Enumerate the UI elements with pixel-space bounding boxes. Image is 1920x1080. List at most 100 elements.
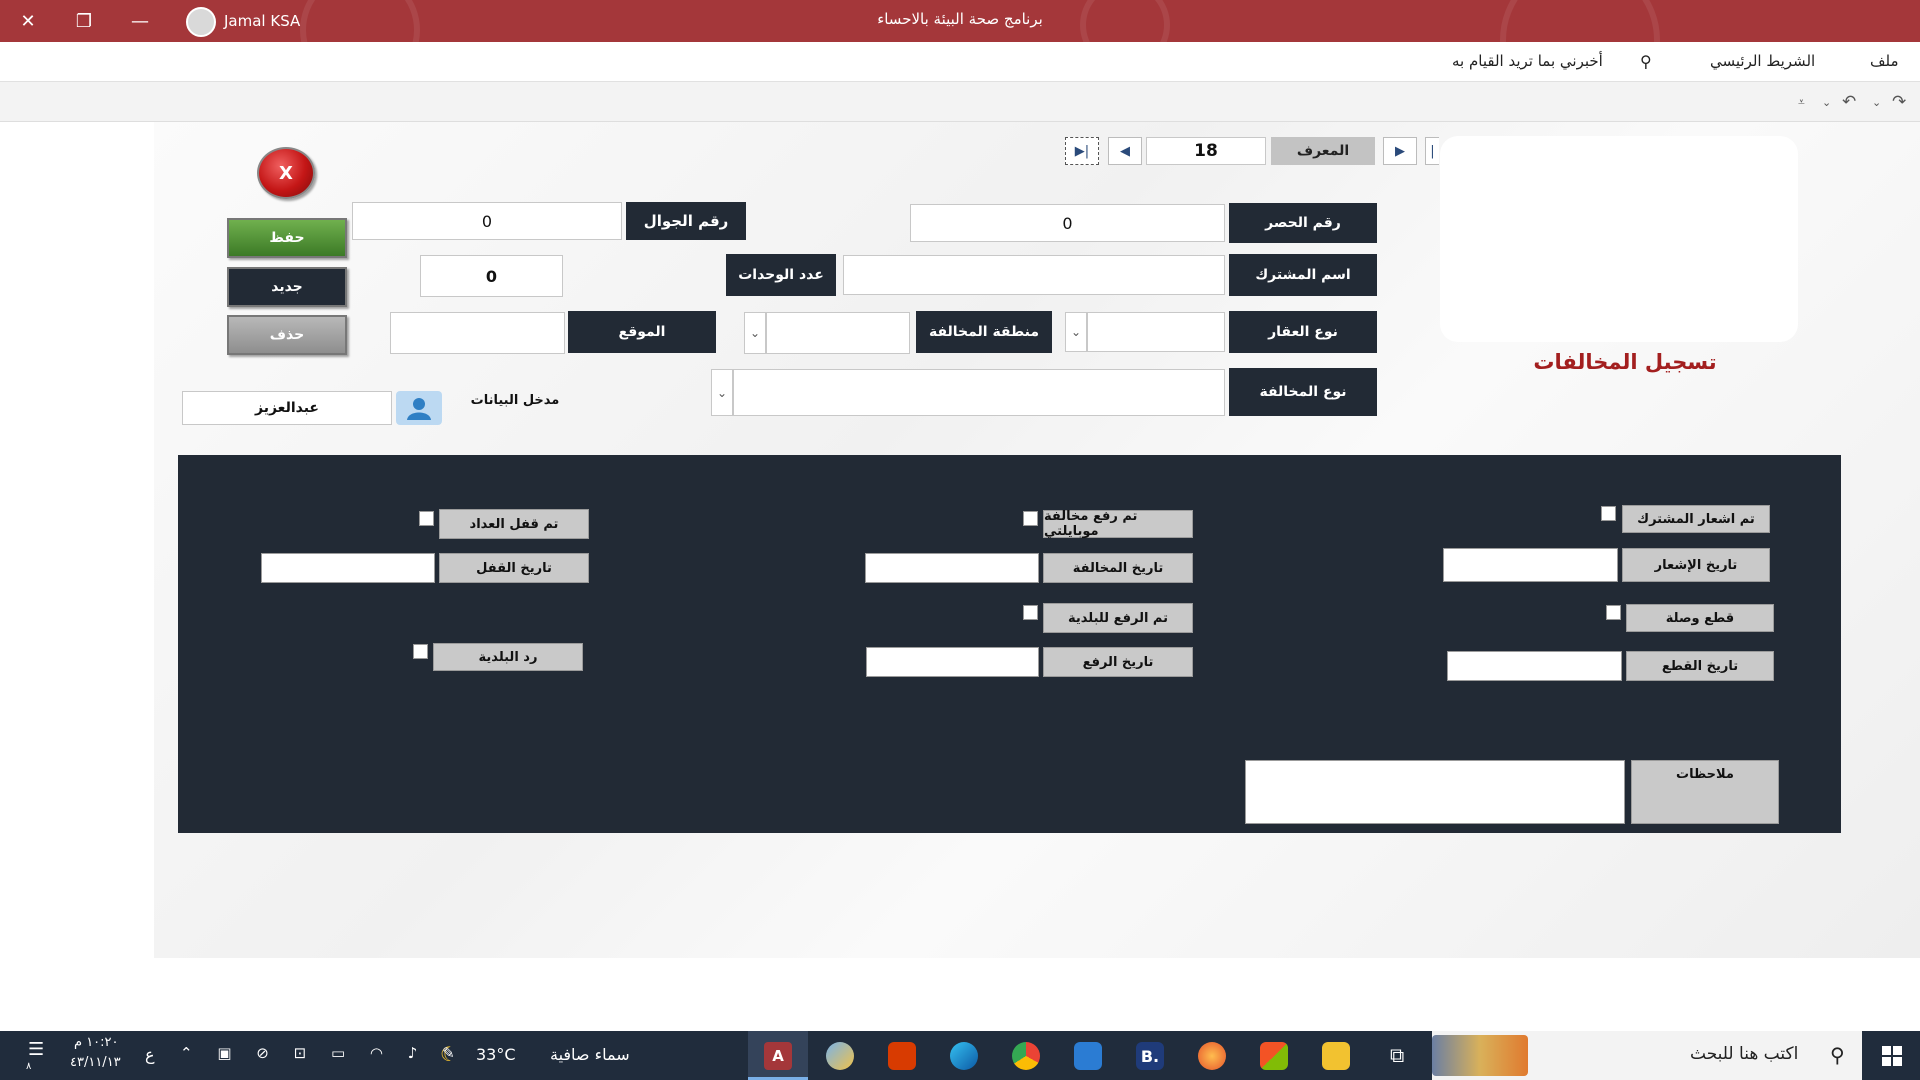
minimize-window-button[interactable]: — [112, 0, 168, 42]
restore-icon: ❐ [75, 10, 93, 32]
office-icon[interactable] [888, 1042, 916, 1070]
taskbar-search[interactable]: ⚲ اكتب هنا للبحث [1432, 1031, 1862, 1080]
clock-time[interactable]: ١٠:٢٠ م [74, 1035, 119, 1050]
windows-icon [1882, 1045, 1902, 1066]
mail-icon[interactable] [1074, 1042, 1102, 1070]
property-type-dropdown[interactable]: ⌄ [1065, 312, 1087, 352]
previous-record-button[interactable]: ◀ [1108, 137, 1142, 165]
search-icon[interactable]: ⚲ [1640, 52, 1652, 71]
paint-icon[interactable] [826, 1042, 854, 1070]
search-highlight-image [1432, 1035, 1528, 1076]
last-record-button[interactable]: ▶| [1065, 137, 1099, 165]
dropdown-icon[interactable]: ⌄ [1822, 96, 1831, 109]
raised-municipality-checkbox[interactable] [1023, 605, 1038, 620]
firefox-icon[interactable] [1198, 1042, 1226, 1070]
cut-connection-button[interactable]: قطع وصلة [1626, 604, 1774, 632]
access-app-active[interactable]: A [748, 1031, 808, 1080]
units-label: عدد الوحدات [726, 254, 836, 296]
mobile-violation-checkbox[interactable] [1023, 511, 1038, 526]
chevron-down-icon: ⌄ [749, 326, 761, 340]
location-field[interactable] [390, 312, 565, 354]
temperature-text: 33°C [476, 1045, 516, 1064]
next-record-button[interactable]: ▶ [1383, 137, 1417, 165]
user-name: Jamal KSA [224, 12, 301, 30]
titlebar-decoration [1500, 0, 1660, 42]
raise-date-button[interactable]: تاريخ الرفع [1043, 647, 1193, 677]
inventory-no-field[interactable]: 0 [910, 204, 1225, 242]
subscriber-name-field[interactable] [843, 255, 1225, 295]
weather-text: سماء صافية [550, 1045, 630, 1064]
violation-area-combo[interactable] [766, 312, 910, 354]
microsoft-store-icon[interactable] [1260, 1042, 1288, 1070]
cut-date-field[interactable] [1447, 651, 1622, 681]
task-view-icon[interactable]: ⧉ [1390, 1043, 1404, 1067]
property-type-combo[interactable] [1087, 312, 1225, 352]
close-icon: ✕ [20, 10, 36, 32]
meter-locked-checkbox[interactable] [419, 511, 434, 526]
new-button[interactable]: جديد [227, 267, 347, 307]
dropdown-icon[interactable]: ⌄ [1872, 96, 1881, 109]
booking-icon[interactable]: B. [1136, 1042, 1164, 1070]
restore-window-button[interactable]: ❐ [56, 0, 112, 42]
menu-file[interactable]: ملف [1870, 52, 1899, 70]
data-entry-label: مدخل البيانات [470, 393, 560, 408]
close-form-button[interactable]: X [257, 147, 315, 199]
raise-date-field[interactable] [866, 647, 1039, 677]
location-label: الموقع [568, 311, 716, 353]
raised-municipality-button[interactable]: تم الرفع للبلدية [1043, 603, 1193, 633]
file-explorer-icon[interactable] [1322, 1042, 1350, 1070]
last-record-icon: ▶| [1074, 143, 1090, 159]
subscriber-name-label: اسم المشترك [1229, 254, 1377, 296]
notify-subscriber-checkbox[interactable] [1601, 506, 1616, 521]
close-window-button[interactable]: ✕ [0, 0, 56, 42]
search-icon: ⚲ [1830, 1043, 1845, 1067]
cut-connection-checkbox[interactable] [1606, 605, 1621, 620]
form-heading: تسجيل المخالفات [1533, 350, 1717, 374]
chrome-icon[interactable] [1012, 1042, 1040, 1070]
chevron-down-icon: ⌄ [1070, 325, 1082, 339]
violation-type-label: نوع المخالفة [1229, 368, 1377, 416]
inventory-no-label: رقم الحصر [1229, 203, 1377, 243]
lock-date-field[interactable] [261, 553, 435, 583]
menu-home[interactable]: الشريط الرئيسي [1710, 52, 1815, 70]
violation-date-button[interactable]: تاريخ المخالفة [1043, 553, 1193, 583]
delete-button[interactable]: حذف [227, 315, 347, 355]
next-icon: ▶ [1395, 143, 1405, 159]
meter-locked-button[interactable]: تم قفل العداد [439, 509, 589, 539]
first-record-button[interactable]: | [1425, 137, 1439, 165]
data-entry-field[interactable]: عبدالعزيز [182, 391, 392, 425]
clock-date[interactable]: ٤٣/١١/١٣ [70, 1055, 121, 1070]
mobile-violation-button[interactable]: تم رفع مخالفة موبايلتي [1043, 509, 1193, 539]
notifications-icon[interactable]: ☰ [28, 1039, 44, 1060]
edge-icon[interactable] [950, 1042, 978, 1070]
cut-date-button[interactable]: تاريخ القطع [1626, 651, 1774, 681]
user-icon [396, 391, 442, 425]
units-field[interactable]: 0 [420, 255, 563, 297]
violation-area-dropdown[interactable]: ⌄ [744, 312, 766, 354]
violation-type-combo[interactable] [733, 369, 1225, 416]
notification-count: ٨ [26, 1061, 32, 1072]
notify-subscriber-button[interactable]: تم اشعار المشترك [1622, 505, 1770, 533]
violation-type-dropdown[interactable]: ⌄ [711, 369, 733, 416]
save-button[interactable]: حفظ [227, 218, 347, 258]
municipality-reply-checkbox[interactable] [413, 644, 428, 659]
minimize-icon: — [131, 10, 149, 32]
start-button[interactable] [1864, 1031, 1920, 1080]
violation-date-field[interactable] [865, 553, 1039, 583]
user-avatar[interactable] [186, 7, 216, 37]
previous-icon: ◀ [1120, 143, 1130, 159]
notify-date-field[interactable] [1443, 548, 1618, 582]
system-tray-icons[interactable]: ⌃ ▣ ⊘ ⊡ ▭ ◠ ♪ ✎ [180, 1044, 465, 1062]
tell-me-input[interactable]: أخبرني بما تريد القيام به [1452, 52, 1603, 70]
language-indicator[interactable]: ع [145, 1045, 155, 1064]
notes-label: ملاحظات [1631, 760, 1779, 824]
notes-field[interactable] [1245, 760, 1625, 824]
record-id-field[interactable]: 18 [1146, 137, 1266, 165]
redo-icon[interactable]: ↷ [1892, 92, 1906, 112]
mobile-field[interactable]: 0 [352, 202, 622, 240]
customize-toolbar-icon[interactable]: ⩡ [1798, 95, 1805, 110]
lock-date-button[interactable]: تاريخ القفل [439, 553, 589, 583]
municipality-reply-button[interactable]: رد البلدية [433, 643, 583, 671]
notify-date-button[interactable]: تاريخ الإشعار [1622, 548, 1770, 582]
undo-icon[interactable]: ↶ [1842, 92, 1856, 112]
